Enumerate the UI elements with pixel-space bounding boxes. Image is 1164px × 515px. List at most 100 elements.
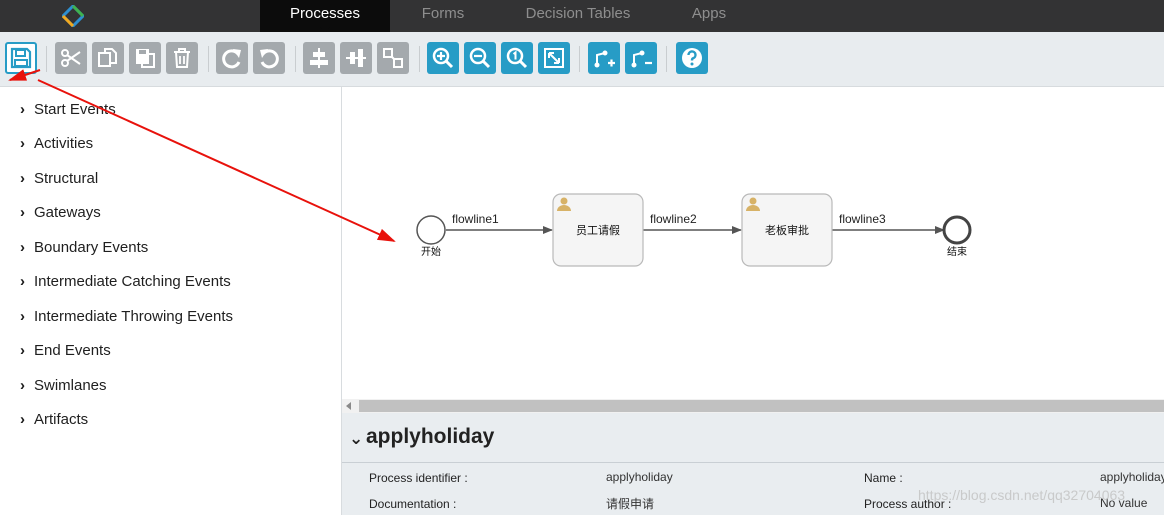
end-event[interactable] xyxy=(942,215,972,245)
chevron-right-icon: › xyxy=(20,170,25,187)
scroll-left-arrow-icon[interactable] xyxy=(346,402,351,410)
save-icon xyxy=(10,47,32,69)
copy-icon xyxy=(98,48,117,67)
palette-group-activities[interactable]: › Activities xyxy=(20,134,93,154)
end-event-label: 结束 xyxy=(947,245,967,258)
user-task-1-label: 员工请假 xyxy=(576,223,620,237)
undo-button[interactable] xyxy=(253,42,285,74)
chevron-right-icon: › xyxy=(20,411,25,428)
palette-group-boundary-events[interactable]: › Boundary Events xyxy=(20,238,148,258)
process-identifier-value[interactable]: applyholiday xyxy=(606,470,673,484)
toolbar-separator xyxy=(579,46,580,72)
canvas-horizontal-scrollbar[interactable] xyxy=(342,399,1164,413)
palette-group-label: Activities xyxy=(34,135,94,152)
chevron-right-icon: › xyxy=(20,135,25,152)
paste-icon xyxy=(136,49,155,68)
name-value[interactable]: applyholiday xyxy=(1100,470,1164,484)
same-size-icon xyxy=(383,48,403,68)
flow-label-3: flowline3 xyxy=(839,212,886,226)
tab-processes[interactable]: Processes xyxy=(260,0,390,33)
delete-button[interactable] xyxy=(166,42,198,74)
align-vertical-button[interactable] xyxy=(340,42,372,74)
tab-apps[interactable]: Apps xyxy=(676,0,742,32)
toolbar-separator xyxy=(208,46,209,72)
scrollbar-thumb[interactable] xyxy=(359,400,1164,412)
zoom-actual-icon xyxy=(506,47,528,69)
chevron-right-icon: › xyxy=(20,308,25,325)
start-event[interactable] xyxy=(416,215,446,245)
save-model-button[interactable] xyxy=(5,42,37,74)
palette-group-artifacts[interactable]: › Artifacts xyxy=(20,410,88,430)
palette-group-label: Intermediate Throwing Events xyxy=(34,308,233,325)
palette-group-label: Swimlanes xyxy=(34,377,107,394)
same-size-button[interactable] xyxy=(377,42,409,74)
properties-header[interactable]: ⌄ applyholiday xyxy=(342,413,1164,463)
name-label: Name : xyxy=(864,471,903,485)
documentation-value[interactable]: 请假申请 xyxy=(606,495,654,512)
diagram-canvas[interactable]: flowline1 flowline2 flowline3 开始 员工请假 老板… xyxy=(342,87,1164,399)
palette-group-label: Structural xyxy=(34,170,99,187)
top-navigation-bar: Processes Forms Decision Tables Apps xyxy=(0,0,1164,33)
chevron-right-icon: › xyxy=(20,273,25,290)
process-identifier-label: Process identifier : xyxy=(369,471,468,485)
tab-forms-label: Forms xyxy=(421,5,465,22)
palette-group-start-events[interactable]: › Start Events xyxy=(20,100,116,120)
chevron-right-icon: › xyxy=(20,204,25,221)
palette-group-intermediate-throwing-events[interactable]: › Intermediate Throwing Events xyxy=(20,307,233,327)
tab-apps-label: Apps xyxy=(691,5,727,22)
toolbar-separator xyxy=(46,46,47,72)
align-vertical-icon xyxy=(346,49,366,67)
palette-group-swimlanes[interactable]: › Swimlanes xyxy=(20,376,107,396)
flow-label-1: flowline1 xyxy=(452,212,499,226)
align-horizontal-icon xyxy=(310,48,328,68)
toolbar-separator xyxy=(295,46,296,72)
palette-group-intermediate-catching-events[interactable]: › Intermediate Catching Events xyxy=(20,272,231,292)
add-bendpoint-button[interactable] xyxy=(588,42,620,74)
add-bendpoint-icon xyxy=(594,50,615,68)
help-icon xyxy=(682,48,702,68)
align-horizontal-button[interactable] xyxy=(303,42,335,74)
process-title: applyholiday xyxy=(366,425,495,448)
watermark-text: https://blog.csdn.net/qq32704063 xyxy=(918,487,1126,503)
tab-processes-label: Processes xyxy=(289,5,361,22)
documentation-label: Documentation : xyxy=(369,497,457,511)
toolbar-separator xyxy=(419,46,420,72)
chevron-right-icon: › xyxy=(20,342,25,359)
redo-button[interactable] xyxy=(216,42,248,74)
start-event-label: 开始 xyxy=(421,245,441,258)
chevron-right-icon: › xyxy=(20,377,25,394)
remove-bendpoint-icon xyxy=(631,50,652,68)
toolbar-separator xyxy=(666,46,667,72)
tab-decision-tables-label: Decision Tables xyxy=(525,5,631,22)
palette-group-structural[interactable]: › Structural xyxy=(20,169,98,189)
palette-group-label: Artifacts xyxy=(34,411,89,428)
editor-toolbar xyxy=(0,32,1164,87)
zoom-out-button[interactable] xyxy=(464,42,496,74)
tab-decision-tables[interactable]: Decision Tables xyxy=(512,0,644,32)
flowable-logo-icon[interactable] xyxy=(62,5,84,27)
zoom-in-icon xyxy=(432,47,454,69)
palette-group-label: Boundary Events xyxy=(34,239,149,256)
trash-icon xyxy=(174,48,190,68)
shape-palette: › Start Events › Activities › Structural › G… xyxy=(0,87,342,515)
remove-bendpoint-button[interactable] xyxy=(625,42,657,74)
chevron-down-icon[interactable]: ⌄ xyxy=(349,429,363,449)
palette-group-end-events[interactable]: › End Events xyxy=(20,341,111,361)
help-button[interactable] xyxy=(676,42,708,74)
zoom-in-button[interactable] xyxy=(427,42,459,74)
user-task-2-label: 老板审批 xyxy=(765,223,809,237)
undo-icon xyxy=(260,49,279,69)
redo-icon xyxy=(222,49,241,69)
zoom-actual-button[interactable] xyxy=(501,42,533,74)
chevron-right-icon: › xyxy=(20,239,25,256)
copy-button[interactable] xyxy=(92,42,124,74)
bpmn-diagram: flowline1 flowline2 flowline3 开始 员工请假 老板… xyxy=(416,193,972,267)
scissors-icon xyxy=(61,49,81,67)
paste-button[interactable] xyxy=(129,42,161,74)
cut-button[interactable] xyxy=(55,42,87,74)
zoom-out-icon xyxy=(469,47,491,69)
zoom-fit-button[interactable] xyxy=(538,42,570,74)
flow-label-2: flowline2 xyxy=(650,212,697,226)
palette-group-gateways[interactable]: › Gateways xyxy=(20,203,101,223)
tab-forms[interactable]: Forms xyxy=(400,0,486,32)
